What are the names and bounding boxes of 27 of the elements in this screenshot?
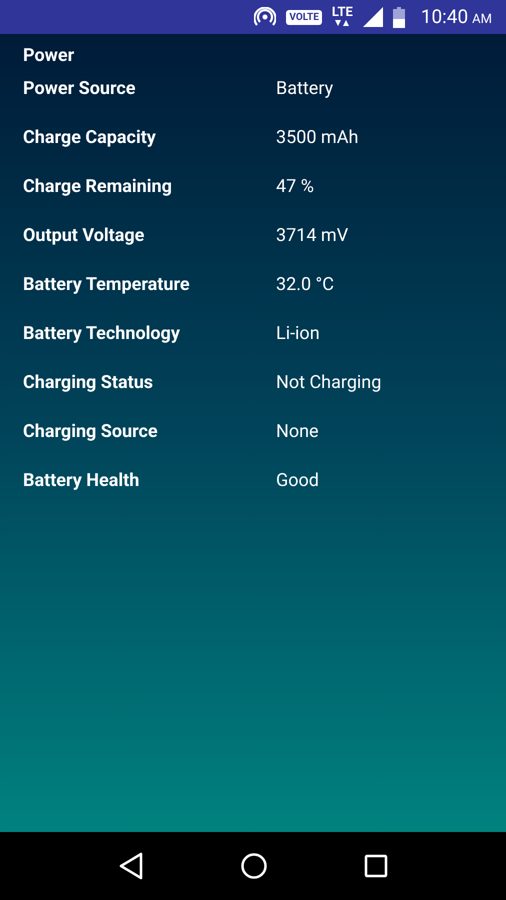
property-label: Charging Status xyxy=(23,371,154,395)
property-value: Good xyxy=(276,469,319,493)
property-label: Output Voltage xyxy=(23,224,146,248)
property-value: 3500 mAh xyxy=(276,126,358,150)
property-label: Battery Temperature xyxy=(23,273,191,297)
volte-badge: VOLTE xyxy=(286,10,322,24)
signal-icon xyxy=(362,7,383,27)
hotspot-icon xyxy=(254,7,276,27)
property-label: Battery Technology xyxy=(23,322,181,346)
property-value: Li-ion xyxy=(276,322,320,346)
property-label: Power Source xyxy=(23,77,136,101)
property-value: Battery xyxy=(276,77,334,101)
clock-time: 10:40 xyxy=(420,4,468,30)
property-value: None xyxy=(276,420,319,444)
property-label: Battery Health xyxy=(23,469,140,493)
property-label: Charge Remaining xyxy=(23,175,173,199)
property-value: 47 % xyxy=(276,175,314,199)
data-arrows-icon xyxy=(334,19,350,27)
property-value: 3714 mV xyxy=(276,224,348,248)
section-title: Power xyxy=(23,44,76,68)
property-label: Charge Capacity xyxy=(23,126,157,150)
battery-icon xyxy=(392,6,405,28)
property-value: 32.0 °C xyxy=(276,273,334,297)
clock-ampm: AM xyxy=(472,10,492,29)
property-value: Not Charging xyxy=(276,371,382,395)
property-label: Charging Source xyxy=(23,420,159,444)
network-type: LTE xyxy=(332,7,353,19)
